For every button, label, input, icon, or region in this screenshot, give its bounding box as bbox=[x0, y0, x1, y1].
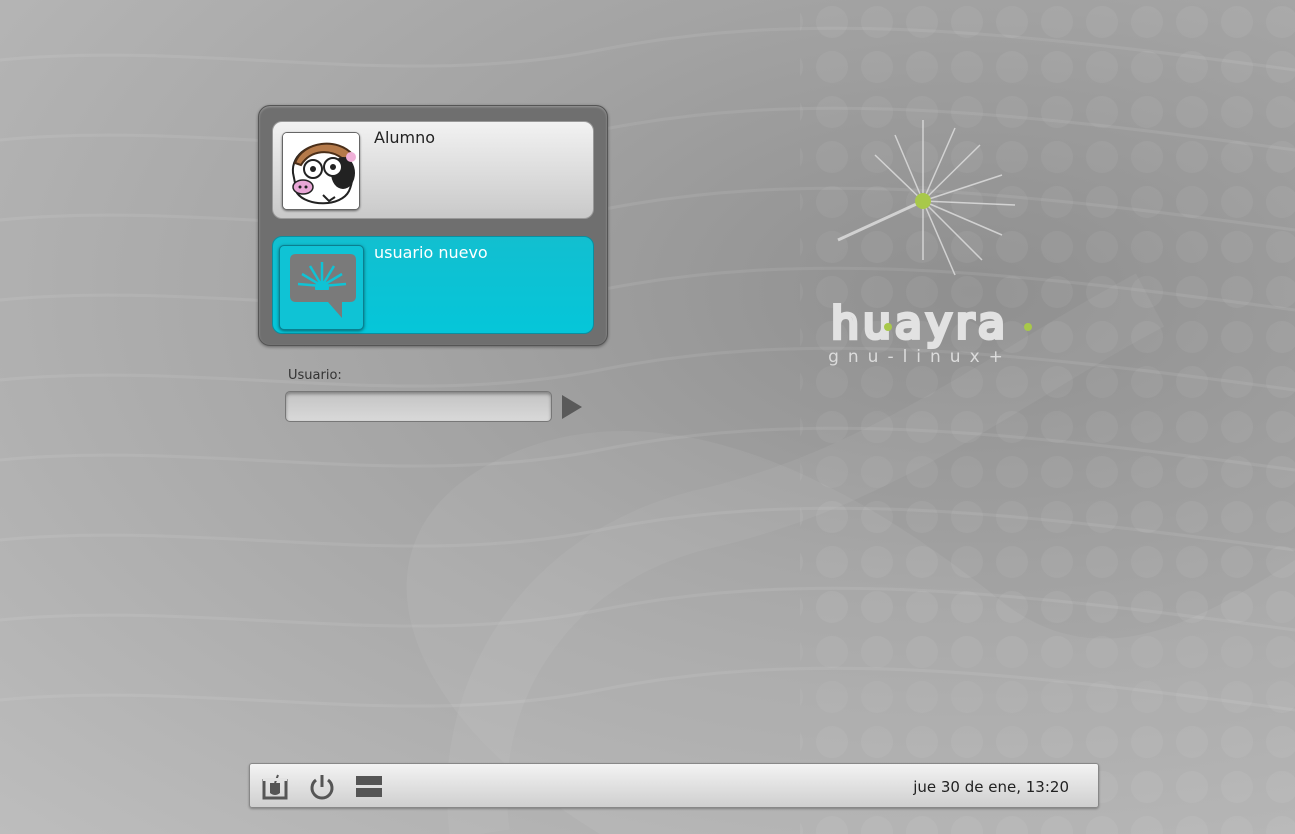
username-input[interactable] bbox=[285, 391, 552, 422]
background-wallpaper bbox=[0, 0, 1295, 834]
logo-subtext: gnu-linux+ bbox=[828, 347, 1012, 367]
default-user-avatar-icon bbox=[279, 245, 364, 330]
user-list-panel: Alumno usuario nuevo bbox=[258, 105, 608, 346]
logo-text: huayra bbox=[831, 298, 1009, 349]
cow-avatar-icon bbox=[282, 132, 360, 210]
accessibility-icon[interactable] bbox=[261, 773, 289, 801]
user-card-usuario-nuevo[interactable]: usuario nuevo bbox=[272, 236, 594, 334]
user-name-label: Alumno bbox=[374, 128, 436, 147]
session-menu-icon[interactable] bbox=[355, 773, 383, 801]
power-icon[interactable] bbox=[308, 773, 336, 801]
username-label: Usuario: bbox=[288, 368, 342, 383]
huayra-logo: huayra gnu-linux+ bbox=[828, 120, 1032, 367]
play-arrow-icon[interactable] bbox=[561, 394, 583, 420]
bottom-panel: jue 30 de ene, 13:20 bbox=[249, 763, 1099, 808]
user-name-label: usuario nuevo bbox=[374, 243, 488, 262]
user-card-alumno[interactable]: Alumno bbox=[272, 121, 594, 219]
clock-display: jue 30 de ene, 13:20 bbox=[913, 778, 1069, 796]
